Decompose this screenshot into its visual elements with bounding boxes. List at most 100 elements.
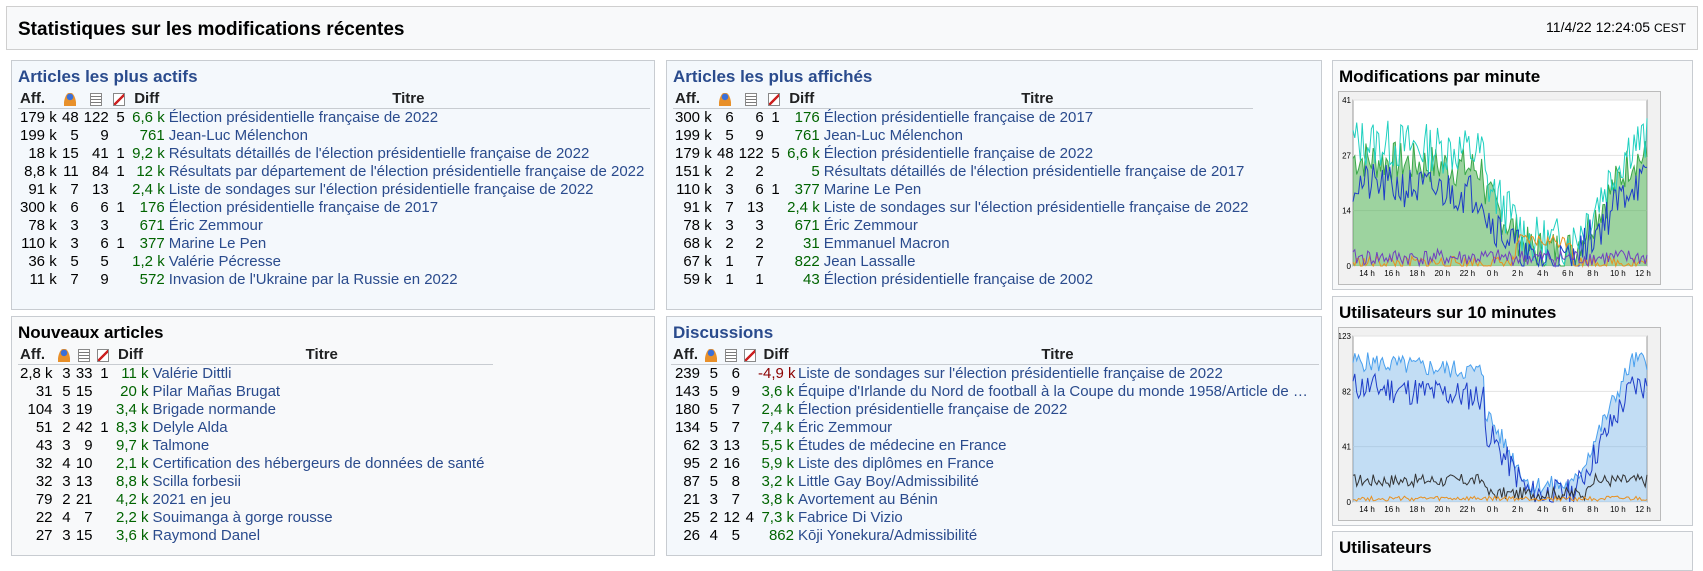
table-row: 300 k 6 6 1 176 Élection présidentielle franç… [18,199,650,217]
article-link[interactable]: Kōji Yonekura/Admissibilité [796,527,1319,545]
cell-edits: 12 [723,508,740,526]
col-edits[interactable] [720,346,742,365]
article-link[interactable]: Jean-Luc Mélenchon [167,127,650,145]
article-link[interactable]: Invasion de l'Ukraine par la Russie en 2… [167,271,650,289]
article-link[interactable]: Résultats détaillés de l'élection présid… [167,145,650,163]
table-row: 32 3 13 8,8 k Scilla forbesii [18,473,493,491]
cell-reverts [766,271,782,289]
col-users[interactable] [54,346,73,365]
col-reverts[interactable] [765,90,782,109]
cell-diff: 3,4 k [116,400,149,418]
col-edits[interactable] [72,346,95,365]
article-link[interactable]: Élection présidentielle française de 202… [167,108,650,127]
cell-aff: 110 k [676,180,712,198]
cell-diff: 377 [794,180,820,198]
table-row: 79 2 21 4,2 k 2021 en jeu [18,491,493,509]
panel-title: Modifications par minute [1339,67,1541,86]
col-reverts[interactable] [94,346,111,365]
article-link[interactable]: Delyle Alda [151,419,493,437]
col-aff[interactable]: Aff. [671,346,702,365]
article-link[interactable]: Valérie Pécresse [167,253,650,271]
article-link[interactable]: Études de médecine en France [796,437,1319,455]
col-edits[interactable] [80,90,111,109]
cell-reverts [766,253,782,271]
col-users[interactable] [58,90,81,109]
article-link[interactable]: Valérie Dittli [151,364,493,383]
x-tick-label: 22 h [1460,269,1476,278]
cell-aff: 21 [683,490,700,508]
article-link[interactable]: Résultats détaillés de l'élection présid… [822,163,1253,181]
cell-diff: 862 [768,526,794,544]
reverts-icon [96,348,109,362]
article-link[interactable]: Liste de sondages sur l'élection préside… [796,364,1319,383]
article-link[interactable]: Liste des diplômes en France [796,455,1319,473]
table-row: 2,8 k 3 33 1 11 k Valérie Dittli [18,364,493,383]
article-link[interactable]: Brigade normande [151,401,493,419]
article-link[interactable]: Éric Zemmour [167,217,650,235]
article-link[interactable]: Marine Le Pen [822,181,1253,199]
col-aff[interactable]: Aff. [673,90,714,109]
col-aff[interactable]: Aff. [18,346,55,365]
cell-aff: 68 k [683,234,712,252]
table-row: 67 k 1 7 822 Jean Lassalle [673,253,1253,271]
col-titre[interactable]: Titre [150,346,493,365]
panel-viewed-articles: Articles les plus affichés Aff. Diff Tit… [666,60,1322,310]
table-row: 59 k 1 1 43 Élection présidentielle français… [673,271,1253,289]
cell-diff: 20 k [120,382,149,400]
cell-diff: 8,3 k [116,418,149,436]
col-reverts[interactable] [742,346,756,365]
col-titre[interactable]: Titre [166,90,650,109]
article-link[interactable]: 2021 en jeu [151,491,493,509]
cell-reverts [95,473,111,491]
col-diff[interactable]: Diff [756,346,796,365]
col-titre[interactable]: Titre [796,346,1319,365]
col-titre[interactable]: Titre [821,90,1253,109]
article-link[interactable]: Pilar Mañas Brugat [151,383,493,401]
cell-edits: 7 [731,490,740,508]
article-link[interactable]: Certification des hébergeurs de données … [151,455,493,473]
article-link[interactable]: Souimanga à gorge rousse [151,509,493,527]
cell-edits: 9 [731,382,740,400]
article-link[interactable]: Élection présidentielle française de 201… [822,108,1253,127]
article-link[interactable]: Élection présidentielle française de 200… [822,271,1253,289]
article-link[interactable]: Fabrice Di Vizio [796,509,1319,527]
col-edits[interactable] [735,90,766,109]
cell-diff: 2,1 k [116,454,149,472]
panel-active-articles: Articles les plus actifs Aff. Diff Titre… [11,60,655,310]
article-link[interactable]: Équipe d'Irlande du Nord de football à l… [796,383,1319,401]
cell-reverts [742,473,756,491]
x-tick-label: 12 h [1635,505,1651,514]
col-aff[interactable]: Aff. [18,90,59,109]
col-users[interactable] [713,90,736,109]
article-link[interactable]: Éric Zemmour [822,217,1253,235]
reverts-icon [112,92,125,106]
article-link[interactable]: Jean Lassalle [822,253,1253,271]
article-link[interactable]: Éric Zemmour [796,419,1319,437]
col-diff[interactable]: Diff [781,90,822,109]
article-link[interactable]: Scilla forbesii [151,473,493,491]
article-link[interactable]: Élection présidentielle française de 202… [796,401,1319,419]
col-diff[interactable]: Diff [110,346,151,365]
article-link[interactable]: Liste de sondages sur l'élection préside… [167,181,650,199]
article-link[interactable]: Little Gay Boy/Admissibilité [796,473,1319,491]
edits-icon [744,92,757,106]
article-link[interactable]: Élection présidentielle française de 201… [167,199,650,217]
cell-aff: 59 k [683,270,712,288]
table-row: 31 5 15 20 k Pilar Mañas Brugat [18,383,493,401]
article-link[interactable]: Raymond Danel [151,527,493,545]
col-users[interactable] [702,346,720,365]
article-link[interactable]: Liste de sondages sur l'élection préside… [822,199,1253,217]
article-link[interactable]: Emmanuel Macron [822,235,1253,253]
article-link[interactable]: Marine Le Pen [167,235,650,253]
article-link[interactable]: Jean-Luc Mélenchon [822,127,1253,145]
article-link[interactable]: Talmone [151,437,493,455]
cell-users: 3 [709,436,718,454]
cell-reverts [766,199,782,217]
article-link[interactable]: Avortement au Bénin [796,491,1319,509]
cell-edits: 13 [92,180,109,198]
col-diff[interactable]: Diff [126,90,167,109]
article-link[interactable]: Résultats par département de l'élection … [167,163,650,181]
col-reverts[interactable] [110,90,127,109]
table-row: 95 2 16 5,9 k Liste des diplômes en France [671,455,1319,473]
article-link[interactable]: Élection présidentielle française de 202… [822,145,1253,163]
